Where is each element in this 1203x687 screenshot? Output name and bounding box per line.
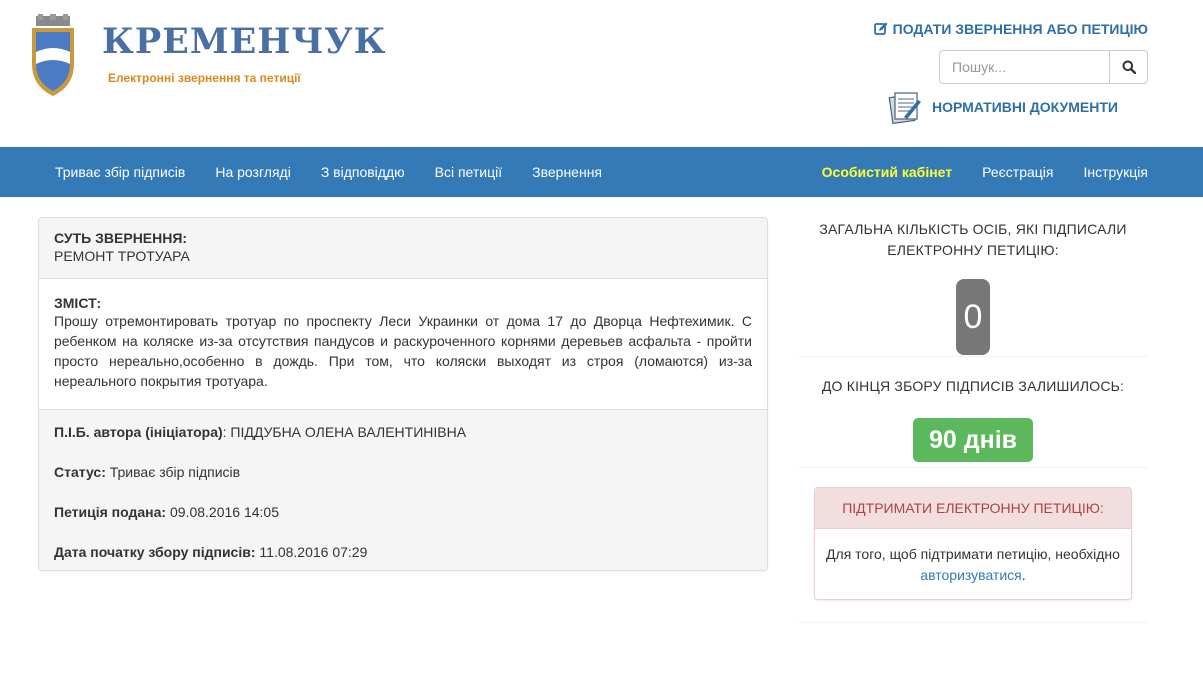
support-period: . (1021, 567, 1026, 583)
author-label: П.І.Б. автора (ініціатора) (54, 424, 223, 440)
petition-meta-section: П.І.Б. автора (ініціатора): ПІДДУБНА ОЛЕ… (39, 410, 767, 570)
remaining-title: ДО КІНЦЯ ЗБОРУ ПІДПИСІВ ЗАЛИШИЛОСЬ: (821, 378, 1125, 394)
nav-right: Особистий кабінет Реєстрація Інструкція (807, 147, 1163, 197)
support-body: Для того, щоб підтримати петицію, необхі… (815, 529, 1131, 586)
nav-left: Триває збір підписів На розгляді З відпо… (40, 147, 617, 197)
start-date-row: Дата початку збору підписів: 11.08.2016 … (54, 544, 368, 560)
normative-docs-link[interactable]: НОРМАТИВНІ ДОКУМЕНТИ (888, 90, 1118, 124)
status-label: Статус (54, 464, 102, 480)
normative-docs-label: НОРМАТИВНІ ДОКУМЕНТИ (931, 99, 1118, 115)
essence-value: РЕМОНТ ТРОТУАРА (54, 248, 190, 264)
nav-item-under-review[interactable]: На розгляді (200, 147, 305, 197)
nav-item-instructions[interactable]: Інструкція (1069, 147, 1164, 197)
remaining-days-badge: 90 днів (912, 418, 1034, 462)
coat-of-arms-icon (32, 14, 74, 96)
signers-title: ЗАГАЛЬНА КІЛЬКІСТЬ ОСІБ, ЯКІ ПІДПИСАЛИ Е… (819, 221, 1127, 258)
start-date-label: Дата початку збору підписів (54, 544, 251, 560)
nav-item-answered[interactable]: З відповіддю (306, 147, 420, 197)
authorize-link[interactable]: авторизуватися (920, 567, 1021, 583)
main-navbar: Триває збір підписів На розгляді З відпо… (0, 147, 1203, 197)
nav-item-collecting[interactable]: Триває збір підписів (40, 147, 200, 197)
submit-petition-link[interactable]: ПОДАТИ ЗВЕРНЕННЯ АБО ПЕТИЦІЮ (873, 21, 1148, 37)
submitted-value: 09.08.2016 14:05 (169, 504, 279, 520)
petition-content-section: ЗМІСТ: Прошу отремонтировать тротуар по … (39, 279, 767, 410)
submitted-label: Петиція подана (54, 504, 162, 520)
remaining-days-box: ДО КІНЦЯ ЗБОРУ ПІДПИСІВ ЗАЛИШИЛОСЬ: 90 д… (798, 370, 1148, 468)
essence-label: СУТЬ ЗВЕРНЕННЯ: (54, 230, 188, 246)
support-box-wrapper: ПІДТРИМАТИ ЕЛЕКТРОННУ ПЕТИЦІЮ: Для того,… (798, 477, 1148, 623)
site-header: КРЕМЕНЧУК Електронні звернення та петиці… (0, 0, 1203, 147)
content-value: Прошу отремонтировать тротуар по проспек… (54, 313, 752, 389)
support-title: ПІДТРИМАТИ ЕЛЕКТРОННУ ПЕТИЦІЮ: (815, 488, 1131, 529)
site-logo[interactable]: КРЕМЕНЧУК Електронні звернення та петиці… (28, 14, 386, 104)
submitted-row: Петиція подана: 09.08.2016 14:05 (54, 504, 279, 520)
submit-petition-label: ПОДАТИ ЗВЕРНЕННЯ АБО ПЕТИЦІЮ (892, 21, 1148, 37)
content-label: ЗМІСТ: (54, 295, 102, 311)
petition-panel: СУТЬ ЗВЕРНЕННЯ: РЕМОНТ ТРОТУАРА ЗМІСТ: П… (38, 217, 768, 571)
status-value: Триває збір підписів (109, 464, 241, 480)
nav-item-personal-cabinet[interactable]: Особистий кабінет (807, 147, 967, 197)
search-input[interactable] (939, 50, 1109, 84)
search-button[interactable] (1109, 50, 1148, 84)
petition-essence-section: СУТЬ ЗВЕРНЕННЯ: РЕМОНТ ТРОТУАРА (39, 218, 767, 279)
status-row: Статус: Триває збір підписів (54, 464, 241, 480)
signers-count-badge: 0 (956, 279, 990, 355)
documents-icon (888, 92, 921, 124)
nav-item-appeals[interactable]: Звернення (517, 147, 617, 197)
author-value: ПІДДУБНА ОЛЕНА ВАЛЕНТИНІВНА (230, 424, 467, 440)
signers-count-box: ЗАГАЛЬНА КІЛЬКІСТЬ ОСІБ, ЯКІ ПІДПИСАЛИ Е… (798, 217, 1148, 357)
author-row: П.І.Б. автора (ініціатора): ПІДДУБНА ОЛЕ… (54, 424, 467, 440)
logo-title: КРЕМЕНЧУК (102, 21, 387, 62)
search-bar (939, 50, 1148, 84)
nav-item-registration[interactable]: Реєстрація (967, 147, 1068, 197)
support-text: Для того, щоб підтримати петицію, необхі… (826, 546, 1120, 562)
nav-item-all-petitions[interactable]: Всі петиції (420, 147, 518, 197)
search-icon (1122, 60, 1136, 74)
start-date-value: 11.08.2016 07:29 (259, 544, 368, 560)
support-petition-panel: ПІДТРИМАТИ ЕЛЕКТРОННУ ПЕТИЦІЮ: Для того,… (814, 487, 1132, 600)
logo-subtitle: Електронні звернення та петиції (108, 71, 301, 85)
edit-icon (873, 22, 888, 35)
